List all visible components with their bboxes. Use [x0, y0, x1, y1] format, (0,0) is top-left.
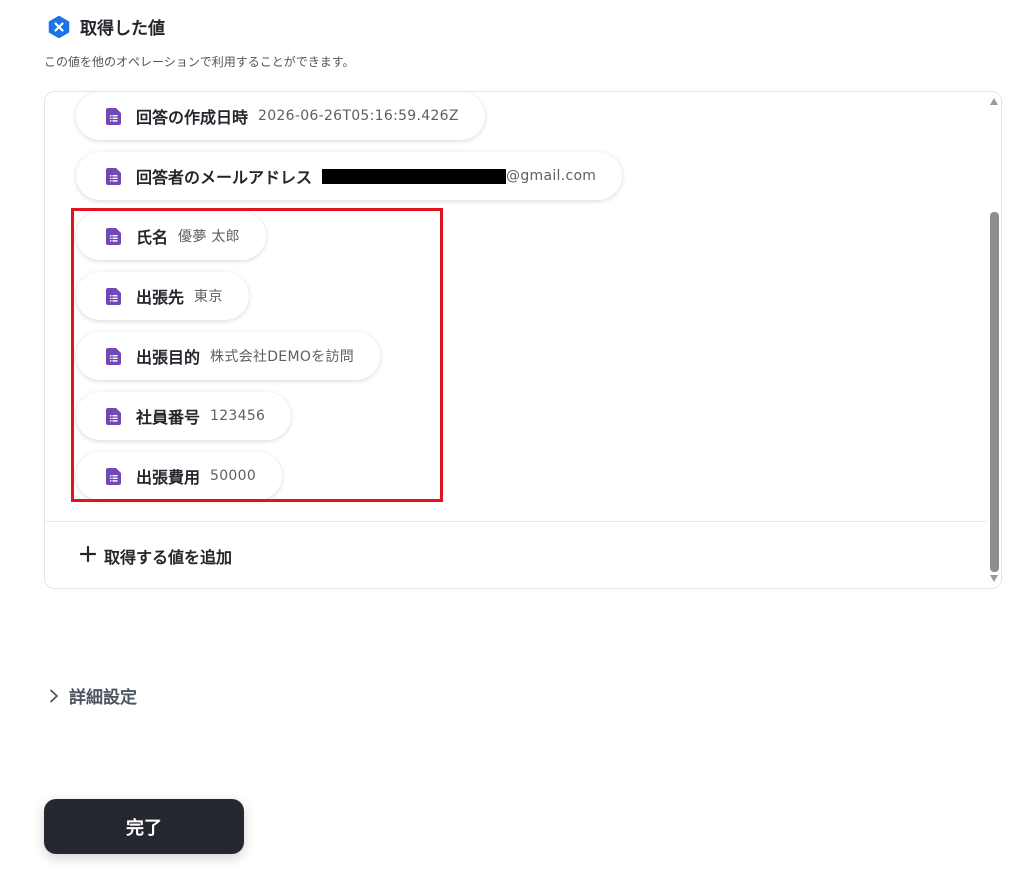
value-chip-name[interactable]: 氏名 優夢 太郎	[76, 212, 266, 260]
values-list: 回答の作成日時 2026-06-26T05:16:59.426Z 回答者のメール…	[45, 92, 987, 588]
scroll-down-arrow-icon[interactable]	[990, 575, 998, 582]
section-title: 取得した値	[80, 19, 165, 39]
chip-value: 50000	[210, 468, 257, 484]
value-chip-created-at[interactable]: 回答の作成日時 2026-06-26T05:16:59.426Z	[76, 92, 485, 140]
add-value-label: 取得する値を追加	[104, 548, 233, 567]
chip-value: 株式会社DEMOを訪問	[210, 349, 355, 365]
done-button[interactable]: 完了	[44, 799, 244, 854]
chip-value: @gmail.com	[506, 168, 597, 184]
chip-label: 回答の作成日時	[136, 108, 249, 127]
chip-label: 社員番号	[136, 408, 201, 427]
value-chip-employee-number[interactable]: 社員番号 123456	[76, 392, 292, 440]
google-forms-icon	[106, 407, 121, 425]
value-chip-travel-cost[interactable]: 出張費用 50000	[76, 452, 283, 500]
google-forms-icon	[106, 227, 121, 245]
advanced-settings-label: 詳細設定	[69, 688, 137, 708]
redaction-bar	[322, 168, 507, 184]
values-panel: 回答の作成日時 2026-06-26T05:16:59.426Z 回答者のメール…	[44, 91, 1002, 589]
chip-value: 優夢 太郎	[178, 229, 240, 245]
google-forms-icon	[106, 467, 121, 485]
chip-label: 氏名	[136, 228, 169, 247]
chip-value: 東京	[194, 289, 223, 305]
chip-label: 出張目的	[136, 348, 201, 367]
divider	[45, 521, 987, 522]
chip-label: 回答者のメールアドレス	[136, 168, 313, 187]
scrollbar-thumb[interactable]	[990, 212, 999, 572]
value-chip-destination[interactable]: 出張先 東京	[76, 272, 249, 320]
chip-label: 出張費用	[136, 468, 201, 487]
google-forms-icon	[106, 287, 121, 305]
chevron-right-icon	[47, 689, 61, 703]
value-chip-email[interactable]: 回答者のメールアドレス @gmail.com	[76, 152, 623, 200]
scrollbar[interactable]	[987, 92, 1001, 588]
yoom-badge-icon	[47, 15, 71, 39]
advanced-settings-toggle[interactable]: 詳細設定	[47, 683, 137, 708]
chip-label: 出張先	[136, 288, 185, 307]
google-forms-icon	[106, 107, 121, 125]
value-chip-purpose[interactable]: 出張目的 株式会社DEMOを訪問	[76, 332, 381, 380]
chip-value: 123456	[210, 408, 266, 424]
section-header: 取得した値	[47, 14, 165, 39]
scroll-up-arrow-icon[interactable]	[990, 98, 998, 105]
google-forms-icon	[106, 167, 121, 185]
chip-value: 2026-06-26T05:16:59.426Z	[258, 108, 459, 124]
plus-icon	[79, 545, 97, 567]
section-description: この値を他のオペレーションで利用することができます。	[44, 55, 355, 69]
add-value-button[interactable]: 取得する値を追加	[79, 544, 233, 568]
google-forms-icon	[106, 347, 121, 365]
